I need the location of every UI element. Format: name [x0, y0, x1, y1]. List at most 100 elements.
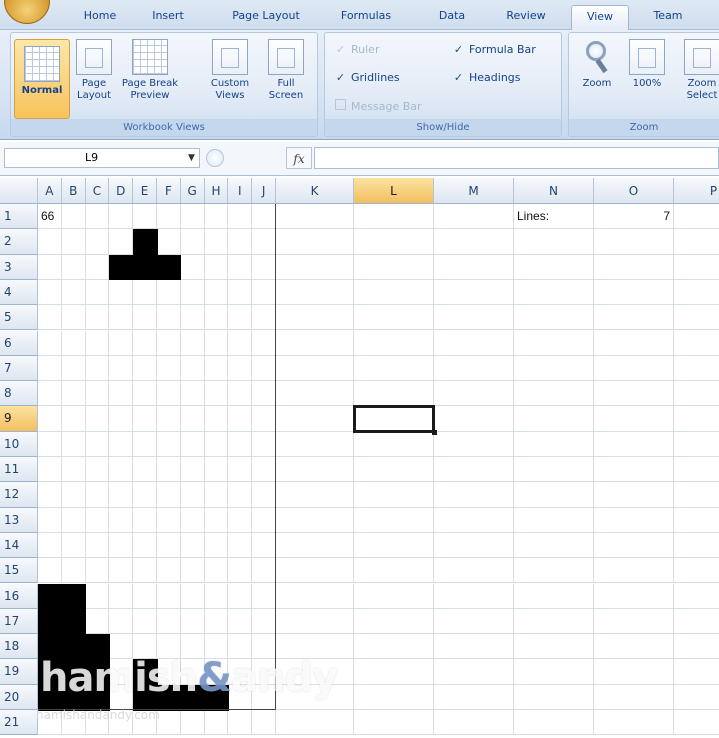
grid-cell[interactable] — [514, 608, 594, 635]
row-header[interactable]: 2 — [0, 229, 38, 255]
grid-cell[interactable] — [674, 457, 719, 483]
column-header[interactable]: C — [85, 178, 110, 204]
grid-cell[interactable] — [674, 685, 719, 710]
grid-cell[interactable] — [434, 355, 514, 382]
grid-cell[interactable] — [594, 229, 674, 255]
grid-cell[interactable] — [674, 432, 719, 457]
grid-cell[interactable] — [674, 331, 719, 356]
grid-cell[interactable] — [514, 355, 594, 382]
grid-cell[interactable] — [594, 482, 674, 508]
row-header[interactable]: 1 — [0, 204, 38, 230]
grid-cell[interactable] — [276, 583, 354, 609]
grid-cell[interactable] — [674, 710, 719, 736]
column-header[interactable]: A — [38, 178, 62, 204]
row-header[interactable]: 4 — [0, 279, 38, 306]
grid-cell[interactable] — [594, 381, 674, 407]
grid-cell[interactable] — [252, 710, 276, 736]
row-header[interactable]: 14 — [0, 532, 38, 559]
grid-cell[interactable] — [514, 229, 594, 255]
grid-cell[interactable] — [434, 684, 514, 710]
grid-cell[interactable] — [276, 608, 354, 635]
grid-cell[interactable] — [594, 558, 674, 584]
column-header[interactable]: E — [133, 178, 157, 204]
grid-cell[interactable] — [594, 330, 674, 356]
column-header[interactable]: G — [180, 178, 205, 204]
grid-cell[interactable] — [594, 431, 674, 457]
row-header[interactable]: 5 — [0, 305, 38, 331]
grid-cell[interactable] — [674, 280, 719, 306]
grid-cell[interactable] — [514, 684, 594, 710]
grid-cell[interactable] — [514, 583, 594, 609]
grid-cell[interactable] — [674, 609, 719, 635]
grid-cell[interactable] — [276, 710, 354, 736]
grid-cell[interactable] — [276, 507, 354, 533]
formula-bar-checkbox[interactable]: ✓ Formula Bar — [453, 43, 536, 56]
tab-formulas[interactable]: Formulas — [330, 5, 402, 30]
grid-cell[interactable] — [674, 356, 719, 382]
grid-cell[interactable] — [594, 355, 674, 382]
grid-cell[interactable] — [594, 279, 674, 306]
grid-cell[interactable] — [354, 431, 434, 457]
office-button[interactable] — [4, 0, 50, 24]
grid-cell[interactable] — [434, 330, 514, 356]
grid-cell[interactable] — [434, 457, 514, 483]
grid-cell[interactable] — [180, 710, 205, 736]
page-break-preview-button[interactable]: Page Break Preview — [119, 39, 181, 102]
grid-cell[interactable] — [514, 558, 594, 584]
zoom-100-button[interactable]: 100% — [625, 39, 669, 90]
grid-cell[interactable] — [674, 533, 719, 559]
grid-cell[interactable] — [276, 355, 354, 382]
tab-data[interactable]: Data — [426, 5, 478, 30]
row-header[interactable]: 7 — [0, 355, 38, 382]
grid-cell[interactable] — [228, 710, 253, 736]
row-header[interactable]: 12 — [0, 482, 38, 508]
grid-cell[interactable] — [354, 204, 434, 230]
grid-cell[interactable] — [354, 634, 434, 660]
grid-cell[interactable] — [674, 584, 719, 609]
grid-cell[interactable] — [354, 482, 434, 508]
grid-cell[interactable] — [276, 229, 354, 255]
grid-cell[interactable] — [276, 431, 354, 457]
grid-cell[interactable] — [514, 659, 594, 685]
grid-cell[interactable] — [354, 457, 434, 483]
grid-cell[interactable] — [514, 710, 594, 736]
name-box[interactable]: L9 — [4, 148, 200, 168]
grid-cell[interactable] — [674, 255, 719, 280]
grid-cell[interactable] — [276, 406, 354, 432]
grid-cell[interactable] — [674, 659, 719, 685]
grid-cell[interactable] — [594, 254, 674, 280]
grid-cell[interactable] — [354, 305, 434, 331]
row-header[interactable]: 15 — [0, 558, 38, 584]
grid-cell[interactable] — [594, 406, 674, 432]
grid-cell[interactable] — [276, 532, 354, 559]
grid-cell[interactable] — [354, 532, 434, 559]
tab-review[interactable]: Review — [494, 5, 558, 30]
grid-cell[interactable] — [434, 254, 514, 280]
grid-cell[interactable] — [354, 254, 434, 280]
row-header[interactable]: 13 — [0, 507, 38, 533]
row-header[interactable]: 17 — [0, 608, 38, 635]
active-cell-selection[interactable] — [353, 405, 437, 436]
grid-cell[interactable] — [514, 482, 594, 508]
row-header[interactable]: 9 — [0, 406, 38, 432]
grid-cell[interactable] — [594, 532, 674, 559]
grid-cell[interactable] — [434, 431, 514, 457]
grid-cell[interactable] — [434, 406, 514, 432]
column-header[interactable]: J — [252, 178, 276, 204]
grid-cell[interactable] — [276, 482, 354, 508]
grid-cell[interactable] — [276, 204, 354, 230]
row-header[interactable]: 8 — [0, 381, 38, 407]
grid-cell[interactable] — [276, 381, 354, 407]
tab-view[interactable]: View — [571, 5, 629, 30]
grid-cell[interactable] — [514, 279, 594, 306]
insert-function-button[interactable]: fx — [286, 147, 312, 169]
grid-cell[interactable] — [514, 381, 594, 407]
ruler-checkbox[interactable]: ✓ Ruler — [335, 43, 380, 56]
grid-cell[interactable] — [434, 710, 514, 736]
grid-cell[interactable] — [354, 229, 434, 255]
grid-cell[interactable] — [514, 457, 594, 483]
grid-cell[interactable] — [434, 532, 514, 559]
grid-cell[interactable] — [434, 381, 514, 407]
row-header[interactable]: 6 — [0, 330, 38, 356]
grid-cell[interactable] — [434, 305, 514, 331]
